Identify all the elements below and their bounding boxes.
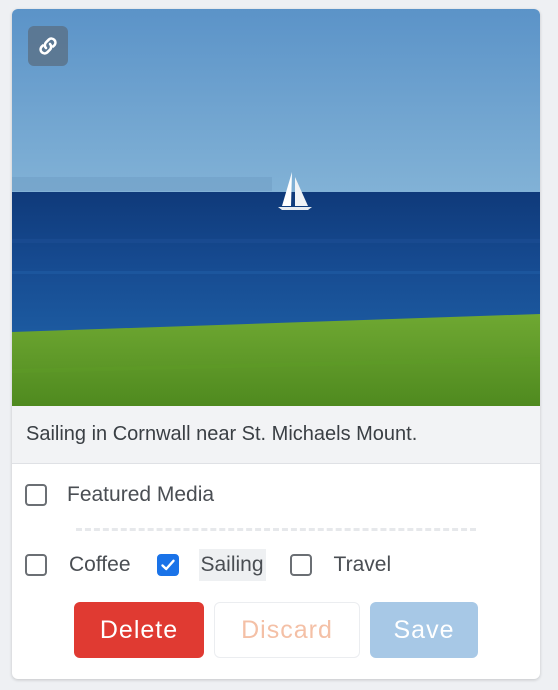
link-button[interactable] xyxy=(28,26,68,66)
featured-media-label: Featured Media xyxy=(67,483,215,506)
tag-list: Coffee Sailing Travel xyxy=(25,549,417,581)
featured-media-option[interactable]: Featured Media xyxy=(25,483,214,507)
tag-coffee-checkbox[interactable] xyxy=(25,554,47,576)
save-button[interactable]: Save xyxy=(370,602,478,658)
delete-button[interactable]: Delete xyxy=(74,602,204,658)
tag-travel-label: Travel xyxy=(333,553,392,576)
discard-button[interactable]: Discard xyxy=(214,602,360,658)
action-buttons: Delete Discard Save xyxy=(74,602,488,658)
tag-sailing-checkbox[interactable] xyxy=(156,554,179,576)
divider xyxy=(76,528,476,531)
tag-travel[interactable]: Travel xyxy=(289,549,394,581)
media-caption: Sailing in Cornwall near St. Michaels Mo… xyxy=(12,406,540,464)
tag-coffee[interactable]: Coffee xyxy=(25,549,133,581)
featured-media-checkbox[interactable] xyxy=(25,484,47,506)
tag-sailing-label: Sailing xyxy=(198,549,266,581)
media-image[interactable] xyxy=(12,9,540,406)
check-icon xyxy=(160,559,175,571)
tag-coffee-label: Coffee xyxy=(69,553,131,576)
sailing-photo xyxy=(12,9,540,406)
media-card: Sailing in Cornwall near St. Michaels Mo… xyxy=(12,9,540,679)
link-icon xyxy=(39,37,57,55)
tag-travel-checkbox[interactable] xyxy=(289,554,312,576)
tag-sailing[interactable]: Sailing xyxy=(156,549,266,581)
